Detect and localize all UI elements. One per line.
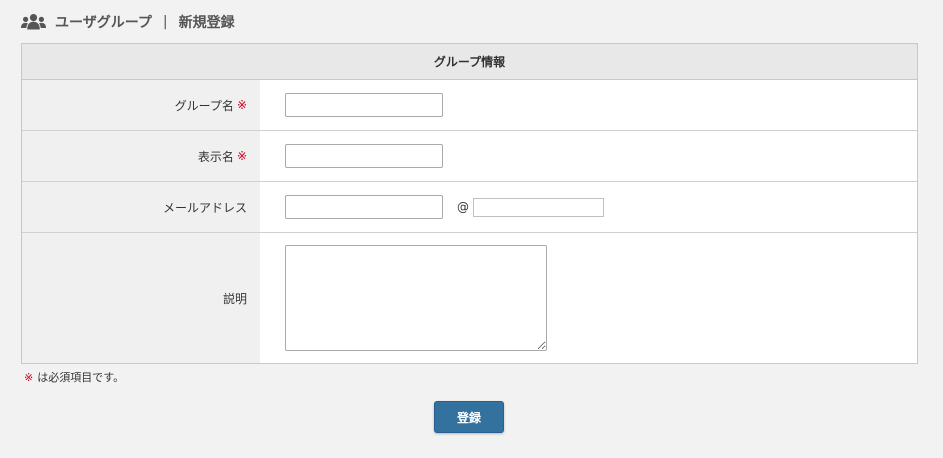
- group-name-label-cell: グループ名 ※: [22, 80, 260, 130]
- page-subtitle: 新規登録: [178, 15, 235, 31]
- title-separator: |: [162, 14, 168, 30]
- description-row: 説明: [22, 233, 917, 363]
- display-name-row: 表示名 ※: [22, 131, 917, 182]
- required-note: ※ は必須項目です。: [24, 369, 124, 385]
- section-title: グループ情報: [433, 55, 506, 69]
- page: ユーザグループ | 新規登録 グループ情報 グループ名 ※ 表示名 ※ メールア…: [0, 0, 943, 458]
- description-label: 説明: [222, 291, 247, 306]
- required-note-mark: ※: [24, 371, 34, 384]
- description-textarea[interactable]: [285, 245, 547, 351]
- display-name-input[interactable]: [285, 144, 443, 168]
- display-name-input-cell: [260, 131, 917, 181]
- section-header: グループ情報: [22, 44, 917, 80]
- email-domain-input[interactable]: [473, 197, 604, 217]
- email-input-cell: @: [260, 182, 917, 232]
- display-name-label-cell: 表示名 ※: [22, 131, 260, 181]
- group-name-label: グループ名: [174, 98, 234, 113]
- group-form: グループ情報 グループ名 ※ 表示名 ※ メールアドレス @ 説明: [21, 43, 918, 364]
- required-mark: ※: [236, 149, 247, 163]
- required-note-text: は必須項目です。: [37, 371, 125, 384]
- email-label: メールアドレス: [162, 200, 247, 215]
- display-name-label: 表示名: [197, 149, 234, 164]
- required-mark: ※: [236, 98, 247, 112]
- page-header: ユーザグループ | 新規登録: [21, 11, 235, 33]
- register-button[interactable]: 登録: [434, 401, 504, 433]
- users-icon: [21, 13, 55, 31]
- description-label-cell: 説明: [22, 233, 260, 363]
- description-input-cell: [260, 233, 917, 363]
- at-symbol: @: [457, 200, 469, 214]
- group-name-input-cell: [260, 80, 917, 130]
- email-row: メールアドレス @: [22, 182, 917, 233]
- group-name-row: グループ名 ※: [22, 80, 917, 131]
- email-local-input[interactable]: [285, 195, 443, 219]
- email-label-cell: メールアドレス: [22, 182, 260, 232]
- group-name-input[interactable]: [285, 93, 443, 117]
- page-title: ユーザグループ: [55, 15, 152, 31]
